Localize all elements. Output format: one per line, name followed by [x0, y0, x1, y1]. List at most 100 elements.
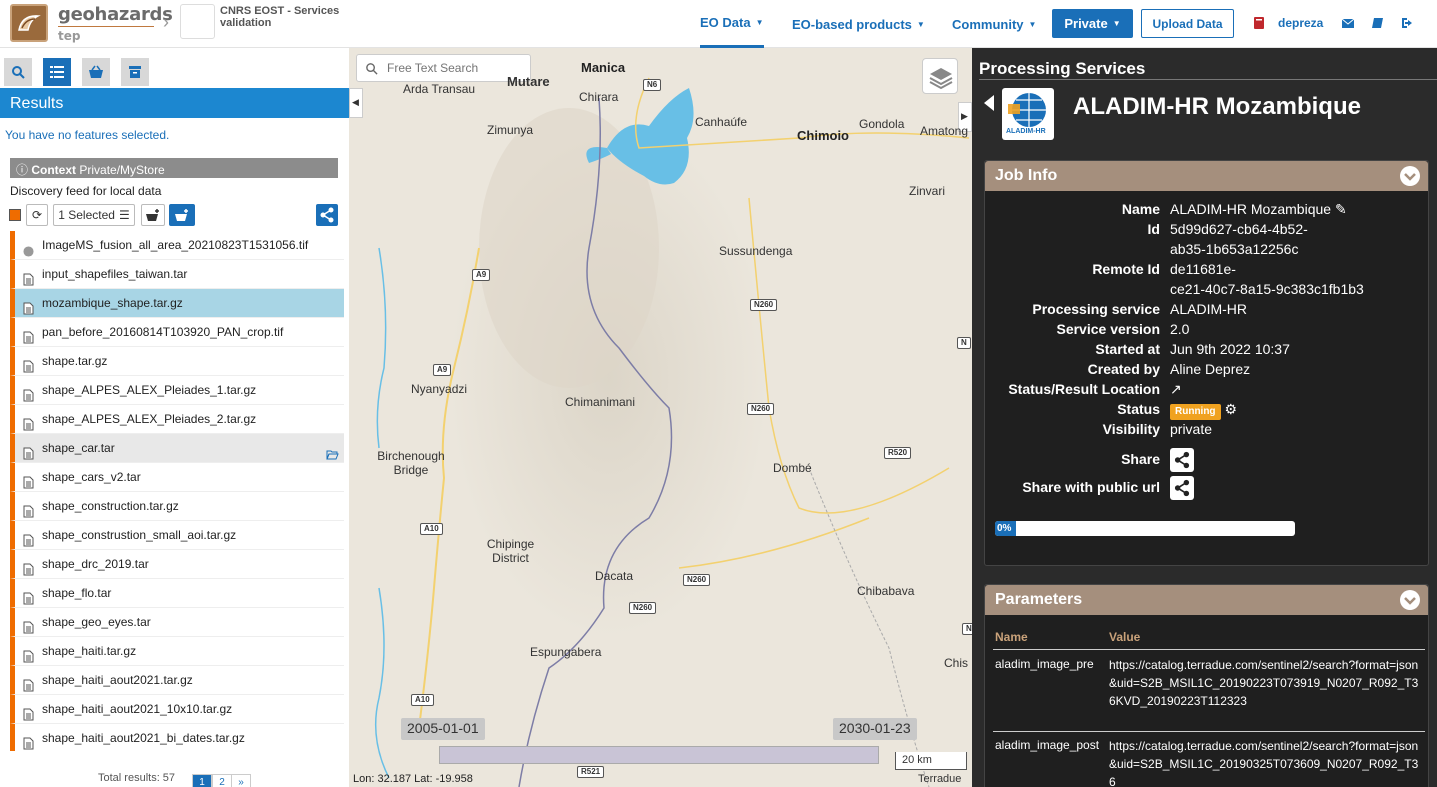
chevron-down-icon[interactable]	[1400, 166, 1420, 186]
visibility-value: private	[1170, 421, 1213, 437]
file-icon	[23, 674, 34, 692]
list-item[interactable]: shape_construstion_small_aoi.tar.gz	[10, 521, 344, 550]
list-item[interactable]: shape_haiti_aout2021.tar.gz	[10, 666, 344, 695]
list-item[interactable]: shape_flo.tar	[10, 579, 344, 608]
road-shield: R521	[577, 766, 605, 778]
map-view[interactable]: ◀ ▶ Manica Mutare Chirara Arda Transau Z…	[349, 48, 972, 787]
map-place: Chimanimani	[565, 395, 636, 409]
layers-button[interactable]	[922, 58, 958, 94]
pencil-icon[interactable]: ✎	[1335, 201, 1347, 217]
documentation-icon[interactable]	[1371, 16, 1385, 30]
list-item[interactable]: mozambique_shape.tar.gz	[10, 289, 344, 318]
list-item-label: shape_ALPES_ALEX_Pleiades_2.tar.gz	[42, 412, 257, 426]
context-title[interactable]: CNRS EOST - Services validation	[220, 5, 340, 29]
list-item-label: shape_drc_2019.tar	[42, 557, 149, 571]
share-results-button[interactable]	[316, 204, 338, 226]
list-item[interactable]: shape_car.tar	[10, 434, 344, 463]
road-shield: N	[962, 623, 972, 635]
basket-plus-icon	[146, 209, 159, 221]
list-item[interactable]: shape_construction.tar.gz	[10, 492, 344, 521]
list-item-label: shape_cars_v2.tar	[42, 470, 141, 484]
left-panel: Results You have no features selected. ⓘ…	[0, 48, 349, 787]
nav-eo-data[interactable]: EO Data ▼	[700, 0, 764, 48]
key-name: Name	[1121, 201, 1160, 217]
logo-subtext: tep	[58, 29, 81, 43]
add-to-basket-button[interactable]	[141, 204, 165, 226]
processing-services-title: Processing Services	[979, 59, 1146, 78]
file-icon	[23, 355, 34, 373]
add-all-to-basket-button[interactable]	[169, 204, 195, 226]
list-item[interactable]: input_shapefiles_taiwan.tar	[10, 260, 344, 289]
private-menu-button[interactable]: Private ▼	[1052, 9, 1133, 38]
sign-out-icon[interactable]	[1400, 16, 1414, 30]
refresh-button[interactable]: ⟳	[26, 204, 48, 226]
chevron-right-icon: ›	[163, 12, 169, 32]
list-item[interactable]: pan_before_20160814T103920_PAN_crop.tif	[10, 318, 344, 347]
list-item-label: shape.tar.gz	[42, 354, 108, 368]
map-place: Chibabava	[857, 584, 915, 598]
total-results-text: Total results: 57	[98, 772, 176, 784]
timeline-end-date[interactable]: 2030-01-23	[833, 718, 917, 740]
list-item[interactable]: shape_haiti_aout2021_10x10.tar.gz	[10, 695, 344, 724]
tab-results-list[interactable]	[43, 58, 71, 86]
book-icon[interactable]	[1252, 16, 1266, 30]
list-item[interactable]: ImageMS_fusion_all_area_20210823T1531056…	[10, 231, 344, 260]
logo-divider	[58, 26, 154, 27]
road-shield: N6	[643, 79, 662, 91]
page-next-button[interactable]: »	[231, 774, 251, 787]
select-all-checkbox[interactable]	[9, 209, 21, 221]
list-item[interactable]: shape_haiti.tar.gz	[10, 637, 344, 666]
job-info-header[interactable]: Job Info	[985, 161, 1428, 191]
job-info-keys: Name Id Remote Id Processing service Ser…	[985, 199, 1160, 459]
key-service-version: Service version	[1056, 321, 1160, 337]
list-item[interactable]: shape_ALPES_ALEX_Pleiades_1.tar.gz	[10, 376, 344, 405]
page-button-2[interactable]: 2	[212, 774, 232, 787]
selection-dropdown[interactable]: 1 Selected ☰	[53, 204, 135, 226]
share-public-url-button[interactable]	[1170, 476, 1194, 500]
list-item[interactable]: shape_ALPES_ALEX_Pleiades_2.tar.gz	[10, 405, 344, 434]
list-item[interactable]: shape_geo_eyes.tar	[10, 608, 344, 637]
info-icon: ⓘ	[16, 163, 29, 177]
list-item[interactable]: shape.tar.gz	[10, 347, 344, 376]
parameters-header[interactable]: Parameters	[985, 585, 1428, 615]
chevron-down-icon[interactable]	[1400, 590, 1420, 610]
timeline-start-date[interactable]: 2005-01-01	[401, 718, 485, 740]
map-place: Chimoio	[797, 128, 849, 143]
free-text-search-input[interactable]	[387, 59, 527, 77]
key-status: Status	[1117, 401, 1160, 417]
tab-basket[interactable]	[82, 58, 110, 86]
aladim-service-logo: ALADIM-HR	[1002, 88, 1054, 140]
context-thumbnail[interactable]	[180, 4, 215, 39]
refresh-icon: ⟳	[31, 208, 43, 222]
file-icon	[23, 529, 34, 547]
key-created-by: Created by	[1087, 361, 1160, 377]
param-value: https://catalog.terradue.com/sentinel2/s…	[1109, 739, 1419, 787]
tab-search[interactable]	[4, 58, 32, 86]
gear-icon[interactable]: ⚙	[1224, 401, 1237, 417]
envelope-icon[interactable]	[1341, 16, 1355, 30]
search-icon[interactable]	[365, 62, 378, 75]
list-item[interactable]: shape_cars_v2.tar	[10, 463, 344, 492]
map-attribution: Terradue	[918, 773, 962, 785]
nav-eo-based-products[interactable]: EO-based products ▼	[792, 0, 925, 48]
map-place: Manica	[581, 60, 626, 75]
road-shield: A10	[411, 694, 434, 706]
page-button-1[interactable]: 1	[192, 774, 212, 787]
collapse-left-panel-button[interactable]: ◀	[349, 88, 363, 118]
geohazards-logo-icon[interactable]	[10, 4, 48, 42]
list-item[interactable]: shape_drc_2019.tar	[10, 550, 344, 579]
globe-icon	[23, 239, 34, 257]
tab-archive[interactable]	[121, 58, 149, 86]
username-link[interactable]: depreza	[1278, 16, 1323, 30]
share-button[interactable]	[1170, 448, 1194, 472]
job-info-panel: Job Info Name Id Remote Id Processing se…	[984, 160, 1429, 566]
upload-data-button[interactable]: Upload Data	[1141, 9, 1234, 38]
map-terrain	[374, 77, 970, 787]
list-item[interactable]: shape_haiti_aout2021_bi_dates.tar.gz	[10, 724, 344, 751]
list-item-label: shape_geo_eyes.tar	[42, 615, 151, 629]
external-link-icon[interactable]: ↗	[1170, 379, 1182, 399]
timeline-slider[interactable]	[439, 746, 879, 764]
folder-open-icon[interactable]	[326, 442, 339, 462]
back-arrow-icon[interactable]	[984, 95, 994, 111]
nav-community[interactable]: Community ▼	[952, 0, 1036, 48]
